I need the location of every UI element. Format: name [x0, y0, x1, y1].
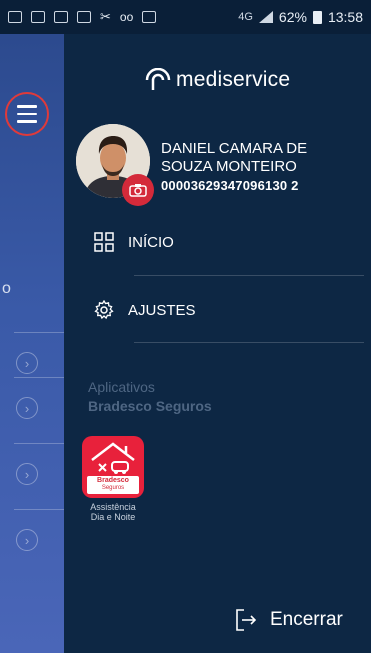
divider: [134, 342, 364, 343]
app-label-line1: Assistência: [90, 502, 136, 512]
chevron-right-icon: ›: [16, 352, 38, 374]
chevron-right-icon: ›: [16, 397, 38, 419]
clock: 13:58: [327, 9, 363, 25]
app-brand-box: Bradesco Seguros: [87, 476, 139, 494]
divider: [14, 509, 64, 510]
navigation-drawer: mediservice DANIEL CAMARA DE SOUZA MONTE…: [64, 34, 371, 653]
chevron-right-icon: ›: [16, 529, 38, 551]
app-label: Assistência Dia e Noite: [82, 502, 144, 522]
scissors-icon: ✂: [100, 9, 111, 24]
brand-name: mediservice: [176, 68, 291, 91]
house-tools-icon: [91, 442, 135, 474]
nav-item-inicio[interactable]: INÍCIO: [94, 227, 174, 257]
apps-section-subtitle: Bradesco Seguros: [88, 398, 212, 414]
gallery-icon: [31, 11, 45, 23]
user-name: DANIEL CAMARA DE SOUZA MONTEIRO: [161, 140, 308, 175]
divider: [14, 332, 64, 333]
app-icon: Bradesco Seguros: [82, 436, 144, 498]
gear-icon: [94, 300, 114, 320]
brand-logo: mediservice: [144, 68, 290, 92]
user-card-number: 00003629347096130 2: [161, 178, 299, 193]
exit-icon: [236, 609, 257, 631]
nav-item-label: AJUSTES: [128, 301, 196, 319]
cast-icon: [8, 11, 22, 23]
background-list-item[interactable]: ›: [0, 443, 64, 509]
divider: [14, 377, 64, 378]
menu-button[interactable]: [5, 92, 49, 136]
camera-icon: [129, 184, 147, 197]
mail-icon: [142, 11, 157, 23]
chevron-right-icon: ›: [16, 463, 38, 485]
divider: [134, 275, 364, 276]
background-list-item[interactable]: ›: [0, 377, 64, 443]
battery-level: 62%: [278, 9, 307, 25]
battery-icon: [312, 10, 322, 24]
change-photo-button[interactable]: [122, 174, 154, 206]
hamburger-line: [17, 112, 37, 116]
mediservice-logo-icon: [145, 68, 171, 90]
nav-item-ajustes[interactable]: AJUSTES: [94, 295, 196, 325]
apps-section-title: Aplicativos: [88, 379, 155, 395]
voicemail-icon: oo: [119, 10, 134, 24]
hamburger-line: [17, 120, 37, 123]
notification-icons: ✂ oo: [8, 9, 157, 25]
network-type: 4G: [238, 11, 253, 23]
divider: [14, 443, 64, 444]
background-app: o › › › ›: [0, 34, 64, 653]
logout-label: Encerrar: [270, 609, 343, 630]
grid-icon: [94, 232, 114, 252]
photo-icon: [77, 11, 91, 23]
background-list-item[interactable]: ›: [0, 509, 64, 575]
app-brand-line1: Bradesco: [97, 477, 129, 484]
app-brand-line2: Seguros: [101, 485, 125, 491]
logout-button[interactable]: Encerrar: [234, 608, 343, 632]
app-assistencia-dia-e-noite[interactable]: Bradesco Seguros Assistência Dia e Noite: [82, 436, 144, 522]
background-text: o: [2, 280, 11, 297]
nav-item-label: INÍCIO: [128, 233, 174, 251]
app-label-line2: Dia e Noite: [90, 512, 136, 522]
image-icon: [54, 11, 68, 23]
signal-icon: [258, 11, 273, 23]
hamburger-line: [17, 105, 37, 108]
status-bar: ✂ oo 4G 62% 13:58: [0, 0, 371, 34]
